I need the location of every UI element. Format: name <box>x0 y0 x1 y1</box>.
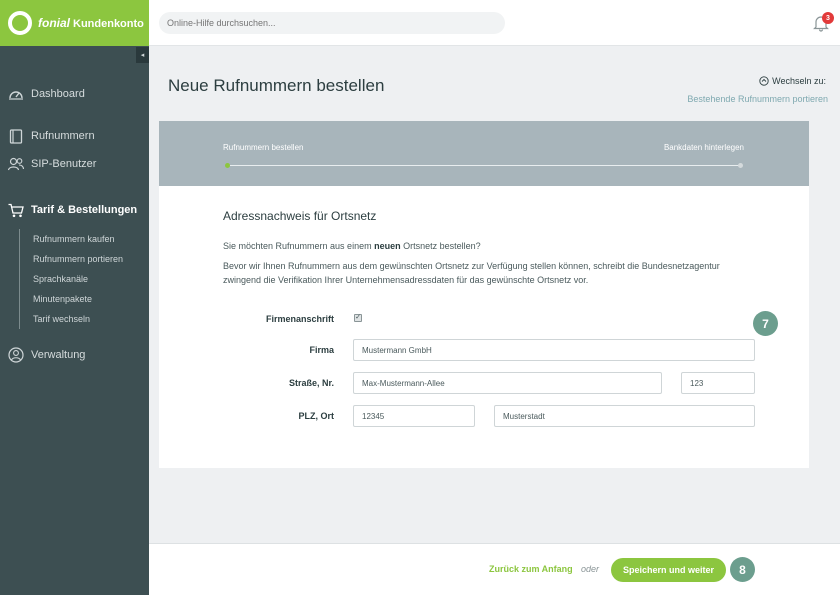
strasse-label: Straße, Nr. <box>288 378 334 388</box>
sidebar-item-label: Verwaltung <box>31 349 86 361</box>
phone-book-icon <box>8 128 24 144</box>
firmenanschrift-checkbox[interactable]: ✓ <box>354 314 362 322</box>
submenu-item-sprachkanaele[interactable]: Sprachkanäle <box>33 269 123 289</box>
plz-ort-label: PLZ, Ort <box>298 411 335 421</box>
step-label-bankdaten: Bankdaten hinterlegen <box>663 143 744 152</box>
user-circle-icon <box>8 347 24 363</box>
sidebar-item-rufnummern[interactable]: Rufnummern <box>8 128 95 144</box>
progress-stepper: Rufnummern bestellen Bankdaten hinterleg… <box>159 121 809 186</box>
sidebar-item-tarif-bestellungen[interactable]: Tarif & Bestellungen <box>8 202 137 218</box>
notification-count-badge: 3 <box>822 12 834 24</box>
or-text: oder <box>581 564 600 574</box>
strasse-field[interactable] <box>353 372 662 394</box>
intro-question: Sie möchten Rufnummern aus einem neuen O… <box>223 239 481 253</box>
intro-line-3: zwingend die Verifikation Ihrer Unterneh… <box>223 275 589 285</box>
firma-field[interactable] <box>353 339 755 361</box>
section-title: Adressnachweis für Ortsnetz <box>223 209 377 223</box>
sidebar-item-sip-benutzer[interactable]: SIP-Benutzer <box>8 156 96 172</box>
switch-label-text: Wechseln zu: <box>772 76 826 86</box>
cart-icon <box>8 202 24 218</box>
intro-bold: neuen <box>374 241 401 251</box>
submenu-item-tarif-wechseln[interactable]: Tarif wechseln <box>33 309 123 329</box>
brand-name-italic: fonial <box>38 16 70 30</box>
step-bubble-7: 7 <box>753 311 778 336</box>
page-title: Neue Rufnummern bestellen <box>168 76 385 95</box>
plz-field[interactable] <box>353 405 475 427</box>
step-label-rufnummern-bestellen: Rufnummern bestellen <box>223 143 304 152</box>
sidebar-item-label: Tarif & Bestellungen <box>31 204 138 216</box>
tarif-submenu: Rufnummern kaufen Rufnummern portieren S… <box>19 229 123 329</box>
address-form-card: Adressnachweis für Ortsnetz Sie möchten … <box>159 186 809 468</box>
sidebar-collapse-button[interactable]: ◂ <box>136 47 149 63</box>
sidebar-item-dashboard[interactable]: Dashboard <box>8 86 85 102</box>
brand-name-rest: Kundenkonto <box>73 18 144 30</box>
help-search-input[interactable] <box>159 12 505 34</box>
main-content: Neue Rufnummern bestellen Wechseln zu: B… <box>149 47 840 543</box>
step-bubble-8: 8 <box>730 557 755 582</box>
firmenanschrift-label: Firmenanschrift <box>265 314 334 324</box>
save-and-continue-button[interactable]: Speichern und weiter <box>611 558 726 582</box>
intro-line-2: Bevor wir Ihnen Rufnummern aus dem gewün… <box>223 261 720 271</box>
hausnummer-field[interactable] <box>681 372 755 394</box>
back-to-start-link[interactable]: Zurück zum Anfang <box>489 564 573 574</box>
step-progress-line <box>227 165 740 166</box>
intro-pre: Sie möchten Rufnummern aus einem <box>223 241 375 251</box>
sidebar-item-label: SIP-Benutzer <box>31 158 97 170</box>
sidebar-item-label: Dashboard <box>31 88 85 100</box>
submenu-item-rufnummern-portieren[interactable]: Rufnummern portieren <box>33 249 123 269</box>
topbar: 3 <box>149 0 840 46</box>
sidebar-item-verwaltung[interactable]: Verwaltung <box>8 347 85 363</box>
brand-name: fonial Kundenkonto <box>38 16 144 30</box>
brand-logo[interactable]: fonial Kundenkonto <box>0 0 149 46</box>
users-icon <box>8 156 24 172</box>
sidebar: fonial Kundenkonto ◂ Dashboard Rufnummern… <box>0 0 149 595</box>
step-dot-active <box>225 163 230 168</box>
sidebar-item-label: Rufnummern <box>31 130 95 142</box>
switch-icon <box>759 76 769 86</box>
submenu-item-rufnummern-kaufen[interactable]: Rufnummern kaufen <box>33 229 123 249</box>
footer-action-bar: Zurück zum Anfang oder Speichern und wei… <box>149 543 840 595</box>
ort-field[interactable] <box>494 405 755 427</box>
firma-label: Firma <box>309 345 334 355</box>
submenu-item-minutenpakete[interactable]: Minutenpakete <box>33 289 123 309</box>
intro-post: Ortsnetz bestellen? <box>400 241 481 251</box>
speedometer-icon <box>8 86 24 102</box>
switch-to-porting-link[interactable]: Bestehende Rufnummern portieren <box>687 94 828 104</box>
step-dot-inactive <box>738 163 743 168</box>
switch-label: Wechseln zu: <box>759 76 826 86</box>
fonial-logo-icon <box>8 11 32 35</box>
